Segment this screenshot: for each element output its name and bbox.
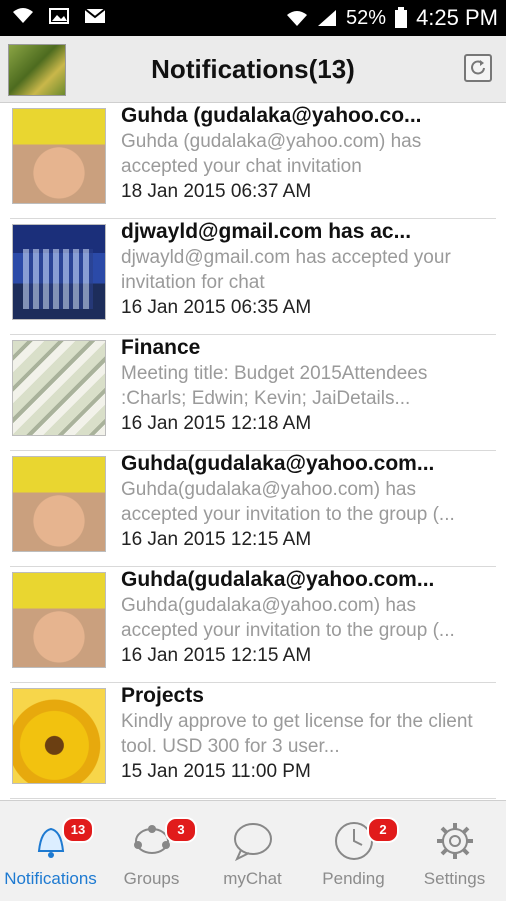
- clock-time: 4:25 PM: [416, 5, 498, 30]
- gmail-icon: [84, 8, 106, 23]
- status-icons-right: 52% 4:25 PM: [286, 5, 498, 31]
- notification-title: Guhda (gudalaka@yahoo.co...: [121, 104, 422, 127]
- tab-label: myChat: [223, 869, 282, 888]
- notification-item[interactable]: Guhda (gudalaka@yahoo.co... Guhda (gudal…: [0, 103, 506, 219]
- cell-signal-icon: [318, 10, 337, 26]
- notification-list[interactable]: Guhda (gudalaka@yahoo.co... Guhda (gudal…: [0, 103, 506, 800]
- notification-title: Guhda(gudalaka@yahoo.com...: [121, 452, 435, 475]
- bottom-tab-bar: 13 Notifications 3 Groups myChat 2 Pendi…: [0, 800, 506, 901]
- notification-message: Guhda(gudalaka@yahoo.com) has accepted y…: [121, 595, 455, 641]
- chat-bubble-icon: [233, 823, 272, 862]
- notification-time: 16 Jan 2015 12:18 AM: [121, 413, 312, 434]
- app-bar: Notifications(13): [0, 36, 506, 103]
- avatar: [12, 456, 106, 552]
- notification-time: 18 Jan 2015 06:37 AM: [121, 181, 312, 202]
- notification-title: Finance: [121, 336, 201, 359]
- pending-badge: 2: [367, 817, 399, 843]
- wifi-icon: [13, 8, 33, 23]
- notification-time: 16 Jan 2015 12:15 AM: [121, 529, 312, 550]
- tab-pending[interactable]: 2 Pending: [303, 801, 404, 901]
- tab-settings[interactable]: Settings: [404, 801, 505, 901]
- tab-groups[interactable]: 3 Groups: [101, 801, 202, 901]
- notification-time: 15 Jan 2015 11:00 PM: [121, 761, 311, 782]
- notification-message: Guhda (gudalaka@yahoo.com) has accepted …: [121, 131, 422, 177]
- status-bar: 52% 4:25 PM: [0, 0, 506, 36]
- avatar: [12, 572, 106, 668]
- page-title: Notifications(13): [151, 54, 355, 84]
- notification-title: Projects: [121, 684, 204, 707]
- notification-message: djwayld@gmail.com has accepted your invi…: [121, 247, 451, 293]
- tab-label: Notifications: [4, 869, 97, 888]
- notification-item[interactable]: Finance Meeting title: Budget 2015Attend…: [0, 335, 506, 451]
- gear-icon: [436, 823, 473, 859]
- notification-title: djwayld@gmail.com has ac...: [121, 220, 412, 243]
- avatar: [12, 340, 106, 436]
- avatar: [12, 688, 106, 784]
- notification-message: Meeting title: Budget 2015Attendees :Cha…: [121, 363, 428, 409]
- gallery-icon: [49, 8, 69, 24]
- notification-item[interactable]: djwayld@gmail.com has ac... djwayld@gmai…: [0, 219, 506, 335]
- tab-notifications[interactable]: 13 Notifications: [0, 801, 101, 901]
- tab-mychat[interactable]: myChat: [202, 801, 303, 901]
- tab-label: Groups: [123, 869, 180, 888]
- status-icons-left: [12, 7, 106, 25]
- notification-item[interactable]: Guhda(gudalaka@yahoo.com... Guhda(gudala…: [0, 567, 506, 683]
- notification-message: Guhda(gudalaka@yahoo.com) has accepted y…: [121, 479, 455, 525]
- notification-time: 16 Jan 2015 12:15 AM: [121, 645, 312, 666]
- refresh-button[interactable]: [464, 54, 492, 82]
- tab-label: Settings: [423, 869, 486, 888]
- notifications-badge: 13: [62, 817, 94, 843]
- notification-title: Guhda(gudalaka@yahoo.com...: [121, 568, 435, 591]
- wifi-signal-icon: [287, 11, 308, 26]
- battery-percent: 52%: [346, 6, 387, 29]
- notification-item[interactable]: Projects Kindly approve to get license f…: [0, 683, 506, 799]
- refresh-icon: [471, 60, 485, 75]
- tab-label: Pending: [322, 869, 385, 888]
- avatar: [12, 224, 106, 320]
- notification-message: Kindly approve to get license for the cl…: [121, 711, 473, 757]
- notification-item[interactable]: Guhda(gudalaka@yahoo.com... Guhda(gudala…: [0, 451, 506, 567]
- battery-icon: [395, 7, 408, 28]
- avatar: [12, 108, 106, 204]
- groups-badge: 3: [165, 817, 197, 843]
- notification-time: 16 Jan 2015 06:35 AM: [121, 297, 312, 318]
- divider: [10, 798, 496, 799]
